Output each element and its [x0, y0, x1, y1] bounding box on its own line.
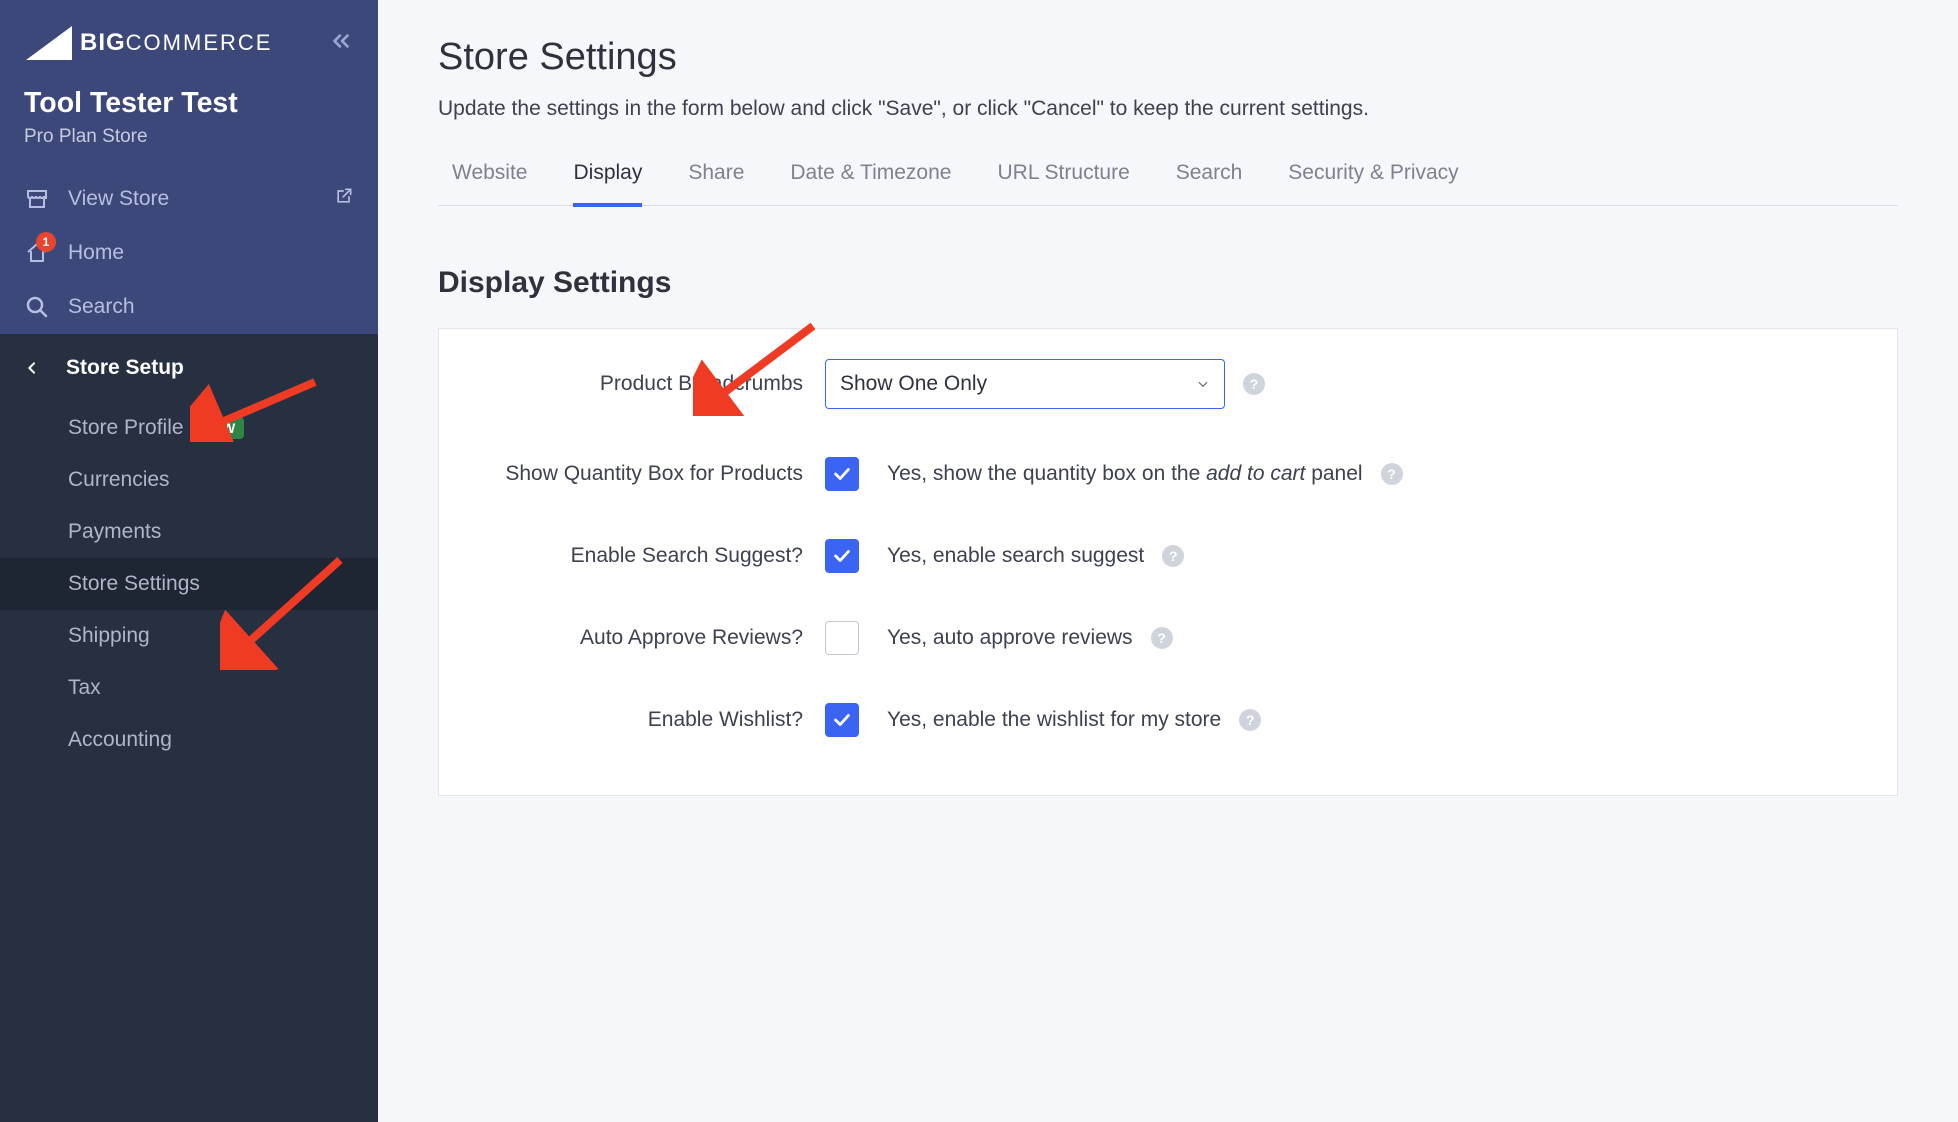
- sidebar-section: Store Setup Store Profile NEW Currencies Pa…: [0, 334, 378, 1122]
- logo-icon: [24, 24, 74, 62]
- search-label: Search: [68, 295, 135, 319]
- store-plan: Pro Plan Store: [24, 126, 354, 148]
- sidebar-item-label: Accounting: [68, 728, 172, 752]
- view-store-label: View Store: [68, 187, 169, 211]
- sidebar: BIGCOMMERCE Tool Tester Test Pro Plan St…: [0, 0, 378, 1122]
- row-breadcrumbs: Product Breadcrumbs Show One Only ?: [479, 359, 1857, 409]
- section-header-label: Store Setup: [66, 356, 184, 380]
- top-actions: View Store 1 Home Search: [0, 172, 378, 334]
- page-title: Store Settings: [438, 36, 1898, 79]
- help-icon[interactable]: ?: [1239, 709, 1261, 731]
- sidebar-item-label: Shipping: [68, 624, 150, 648]
- tab-search[interactable]: Search: [1176, 161, 1243, 207]
- section-title: Display Settings: [438, 266, 1898, 300]
- sidebar-item-accounting[interactable]: Accounting: [0, 714, 378, 766]
- brand-big: BIG: [80, 29, 126, 57]
- check-icon: [831, 545, 853, 567]
- label-suggest: Enable Search Suggest?: [479, 544, 825, 568]
- sidebar-item-store-settings[interactable]: Store Settings: [0, 558, 378, 610]
- label-qty: Show Quantity Box for Products: [479, 462, 825, 486]
- sidebar-top: BIGCOMMERCE Tool Tester Test Pro Plan St…: [0, 0, 378, 334]
- label-reviews: Auto Approve Reviews?: [479, 626, 825, 650]
- tab-share[interactable]: Share: [688, 161, 744, 207]
- sidebar-item-label: Store Profile: [68, 416, 184, 440]
- sidebar-item-label: Tax: [68, 676, 101, 700]
- row-suggest: Enable Search Suggest? Yes, enable searc…: [479, 539, 1857, 573]
- row-reviews: Auto Approve Reviews? Yes, auto approve …: [479, 621, 1857, 655]
- search-icon: [24, 294, 50, 320]
- suggest-checkbox[interactable]: [825, 539, 859, 573]
- chevron-left-icon: [24, 360, 48, 376]
- check-icon: [831, 463, 853, 485]
- sidebar-item-payments[interactable]: Payments: [0, 506, 378, 558]
- label-wishlist: Enable Wishlist?: [479, 708, 825, 732]
- home-badge: 1: [36, 232, 56, 252]
- breadcrumbs-select[interactable]: Show One Only: [825, 359, 1225, 409]
- brand-commerce: COMMERCE: [126, 30, 273, 56]
- reviews-text: Yes, auto approve reviews: [887, 626, 1133, 650]
- reviews-checkbox[interactable]: [825, 621, 859, 655]
- sidebar-item-label: Store Settings: [68, 572, 200, 596]
- tab-date-timezone[interactable]: Date & Timezone: [790, 161, 951, 207]
- sidebar-item-label: Currencies: [68, 468, 170, 492]
- help-icon[interactable]: ?: [1162, 545, 1184, 567]
- main-content: Store Settings Update the settings in th…: [378, 0, 1958, 1122]
- collapse-sidebar-icon[interactable]: [328, 28, 354, 59]
- breadcrumbs-value: Show One Only: [840, 372, 987, 396]
- sidebar-item-store-profile[interactable]: Store Profile NEW: [0, 402, 378, 454]
- store-name: Tool Tester Test: [24, 86, 354, 120]
- home-label: Home: [68, 241, 124, 265]
- view-store-link[interactable]: View Store: [0, 172, 378, 226]
- search-link[interactable]: Search: [0, 280, 378, 334]
- new-badge: NEW: [194, 417, 244, 439]
- chevron-down-icon: [1196, 377, 1210, 391]
- qty-checkbox[interactable]: [825, 457, 859, 491]
- row-wishlist: Enable Wishlist? Yes, enable the wishlis…: [479, 703, 1857, 737]
- wishlist-text: Yes, enable the wishlist for my store: [887, 708, 1221, 732]
- store-icon: [24, 186, 50, 212]
- sidebar-item-currencies[interactable]: Currencies: [0, 454, 378, 506]
- help-icon[interactable]: ?: [1151, 627, 1173, 649]
- suggest-text: Yes, enable search suggest: [887, 544, 1144, 568]
- brand-logo[interactable]: BIGCOMMERCE: [24, 24, 272, 62]
- tab-website[interactable]: Website: [452, 161, 527, 207]
- page-description: Update the settings in the form below an…: [438, 97, 1898, 121]
- tab-url-structure[interactable]: URL Structure: [997, 161, 1129, 207]
- help-icon[interactable]: ?: [1381, 463, 1403, 485]
- tab-security-privacy[interactable]: Security & Privacy: [1288, 161, 1458, 207]
- section-header-store-setup[interactable]: Store Setup: [0, 334, 378, 402]
- sidebar-item-label: Payments: [68, 520, 161, 544]
- tab-display[interactable]: Display: [573, 161, 642, 207]
- help-icon[interactable]: ?: [1243, 373, 1265, 395]
- qty-text: Yes, show the quantity box on the add to…: [887, 462, 1363, 486]
- label-breadcrumbs: Product Breadcrumbs: [479, 372, 825, 396]
- wishlist-checkbox[interactable]: [825, 703, 859, 737]
- home-link[interactable]: 1 Home: [0, 226, 378, 280]
- check-icon: [831, 709, 853, 731]
- external-link-icon: [334, 186, 354, 212]
- brand-row: BIGCOMMERCE: [0, 0, 378, 72]
- settings-panel: Product Breadcrumbs Show One Only ? Show…: [438, 328, 1898, 796]
- row-qty: Show Quantity Box for Products Yes, show…: [479, 457, 1857, 491]
- sidebar-item-shipping[interactable]: Shipping: [0, 610, 378, 662]
- store-info: Tool Tester Test Pro Plan Store: [0, 72, 378, 172]
- tabs: Website Display Share Date & Timezone URL St…: [438, 161, 1898, 206]
- sidebar-item-tax[interactable]: Tax: [0, 662, 378, 714]
